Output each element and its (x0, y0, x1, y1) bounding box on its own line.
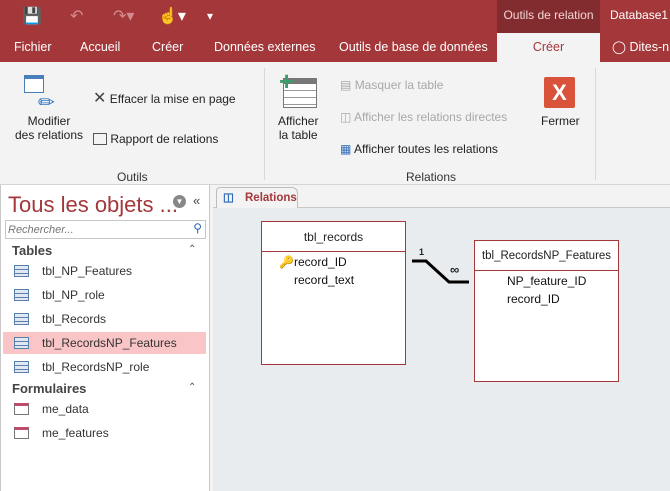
field[interactable]: NP_feature_ID (507, 274, 586, 288)
search-input[interactable] (6, 221, 186, 238)
label-line2: la table (278, 128, 318, 142)
section-tables[interactable]: Tables (12, 243, 52, 258)
plus-icon: + (279, 66, 295, 96)
toutes-relations-button[interactable]: ▦ Afficher toutes les relations (340, 142, 498, 156)
table-box-tbl-records[interactable]: tbl_records 🔑 record_ID record_text (261, 221, 406, 365)
tab-relations[interactable]: ◫ Relations (216, 187, 298, 208)
group-label-relations: Relations (406, 170, 457, 184)
chevron-down-icon[interactable]: ▼ (173, 195, 186, 208)
rapport-label: Rapport de relations (110, 132, 219, 146)
relationship-line[interactable] (405, 255, 475, 295)
list-item[interactable]: me_features (3, 422, 206, 444)
field[interactable]: record_ID (507, 292, 560, 306)
group-divider (595, 68, 596, 180)
modifier-relations-label[interactable]: Modifier des relations (15, 114, 83, 142)
list-item[interactable]: me_data (3, 398, 206, 420)
tell-me[interactable]: ◯ Dites-n (612, 33, 669, 62)
tab-creer-relations[interactable]: Créer (497, 33, 600, 62)
list-item[interactable]: tbl_Records (3, 308, 206, 330)
table-icon (14, 337, 29, 349)
relations-directes-button[interactable]: ◫ Afficher les relations directes (340, 110, 507, 124)
label-line1: Afficher (278, 114, 319, 128)
customize-icon[interactable]: ▾ (207, 9, 213, 23)
field[interactable]: record_text (294, 273, 354, 287)
label-line2: des relations (14, 128, 84, 142)
x-icon: ✕ (93, 90, 107, 107)
join-line (412, 259, 469, 284)
save-icon[interactable]: 💾 (22, 6, 42, 26)
window-title: Database1 : (610, 8, 670, 22)
item-label: tbl_NP_role (42, 288, 105, 302)
tab-outils-bdd[interactable]: Outils de base de données (339, 33, 488, 62)
collapse-section-icon[interactable]: ⌃ (188, 382, 196, 393)
item-label: me_data (42, 402, 89, 416)
form-icon (14, 427, 29, 439)
touch-mode-icon[interactable]: ☝▾ (158, 6, 186, 26)
table-icon (14, 265, 29, 277)
tab-accueil[interactable]: Accueil (80, 33, 120, 62)
directes-label: Afficher les relations directes (354, 110, 508, 124)
collapse-section-icon[interactable]: ⌃ (188, 244, 196, 255)
pencil-icon: ✏ (38, 92, 55, 114)
item-label: me_features (42, 426, 109, 440)
table-title: tbl_RecordsNP_Features (475, 241, 618, 271)
search-box: ⚲ (5, 220, 206, 239)
toutes-label: Afficher toutes les relations (354, 142, 498, 156)
all-relations-icon: ▦ (340, 142, 352, 156)
table-box-tbl-recordsnp-features[interactable]: tbl_RecordsNP_Features NP_feature_ID rec… (474, 240, 619, 382)
redo-icon[interactable]: ↷▾ (113, 6, 134, 26)
relations-icon: ◫ (223, 192, 234, 204)
tab-donnees-externes[interactable]: Données externes (214, 33, 315, 62)
report-icon (93, 133, 107, 145)
list-item[interactable]: tbl_NP_Features (3, 260, 206, 282)
effacer-label: Effacer la mise en page (109, 92, 236, 106)
tab-creer[interactable]: Créer (152, 33, 183, 62)
field[interactable]: record_ID (294, 255, 347, 269)
close-icon[interactable]: X (544, 77, 575, 108)
list-item[interactable]: tbl_NP_role (3, 284, 206, 306)
fermer-button[interactable]: Fermer (541, 114, 580, 128)
tab-fichier[interactable]: Fichier (14, 33, 52, 62)
table-icon (14, 361, 29, 373)
form-icon (14, 403, 29, 415)
masquer-table-button[interactable]: ▤ Masquer la table (340, 78, 443, 92)
many-side-label: ∞ (450, 262, 460, 277)
effacer-mise-en-page-button[interactable]: ✕ Effacer la mise en page (93, 88, 236, 108)
primary-key-icon: 🔑 (279, 255, 294, 269)
label-line1: Modifier (27, 114, 71, 128)
afficher-table-label[interactable]: Afficher la table (278, 114, 318, 142)
rapport-relations-button[interactable]: Rapport de relations (93, 132, 218, 146)
one-side-label: 1 (419, 247, 425, 257)
hide-table-icon: ▤ (340, 78, 352, 92)
item-label: tbl_RecordsNP_Features (42, 336, 177, 350)
table-title: tbl_records (262, 222, 405, 252)
section-formulaires[interactable]: Formulaires (12, 381, 86, 396)
context-tab-group: Outils de relation (497, 0, 600, 33)
tab-label: Relations (245, 192, 297, 204)
direct-relations-icon: ◫ (340, 110, 352, 124)
item-label: tbl_RecordsNP_role (42, 360, 150, 374)
undo-icon[interactable]: ↶ (70, 6, 83, 26)
list-item-selected[interactable]: tbl_RecordsNP_Features (3, 332, 206, 354)
table-icon (14, 313, 29, 325)
afficher-table-button[interactable]: + (279, 66, 319, 110)
collapse-pane-icon[interactable]: « (193, 193, 200, 208)
list-item[interactable]: tbl_RecordsNP_role (3, 356, 206, 378)
nav-title[interactable]: Tous les objets ... (8, 192, 178, 218)
item-label: tbl_Records (42, 312, 107, 326)
tell-me-label: Dites-n (629, 40, 670, 54)
masquer-label: Masquer la table (354, 78, 444, 92)
group-divider (264, 68, 265, 180)
table-icon (14, 289, 29, 301)
item-label: tbl_NP_Features (42, 264, 133, 278)
group-label-outils: Outils (117, 170, 148, 184)
search-icon[interactable]: ⚲ (193, 221, 202, 235)
lightbulb-icon: ◯ (612, 40, 626, 54)
